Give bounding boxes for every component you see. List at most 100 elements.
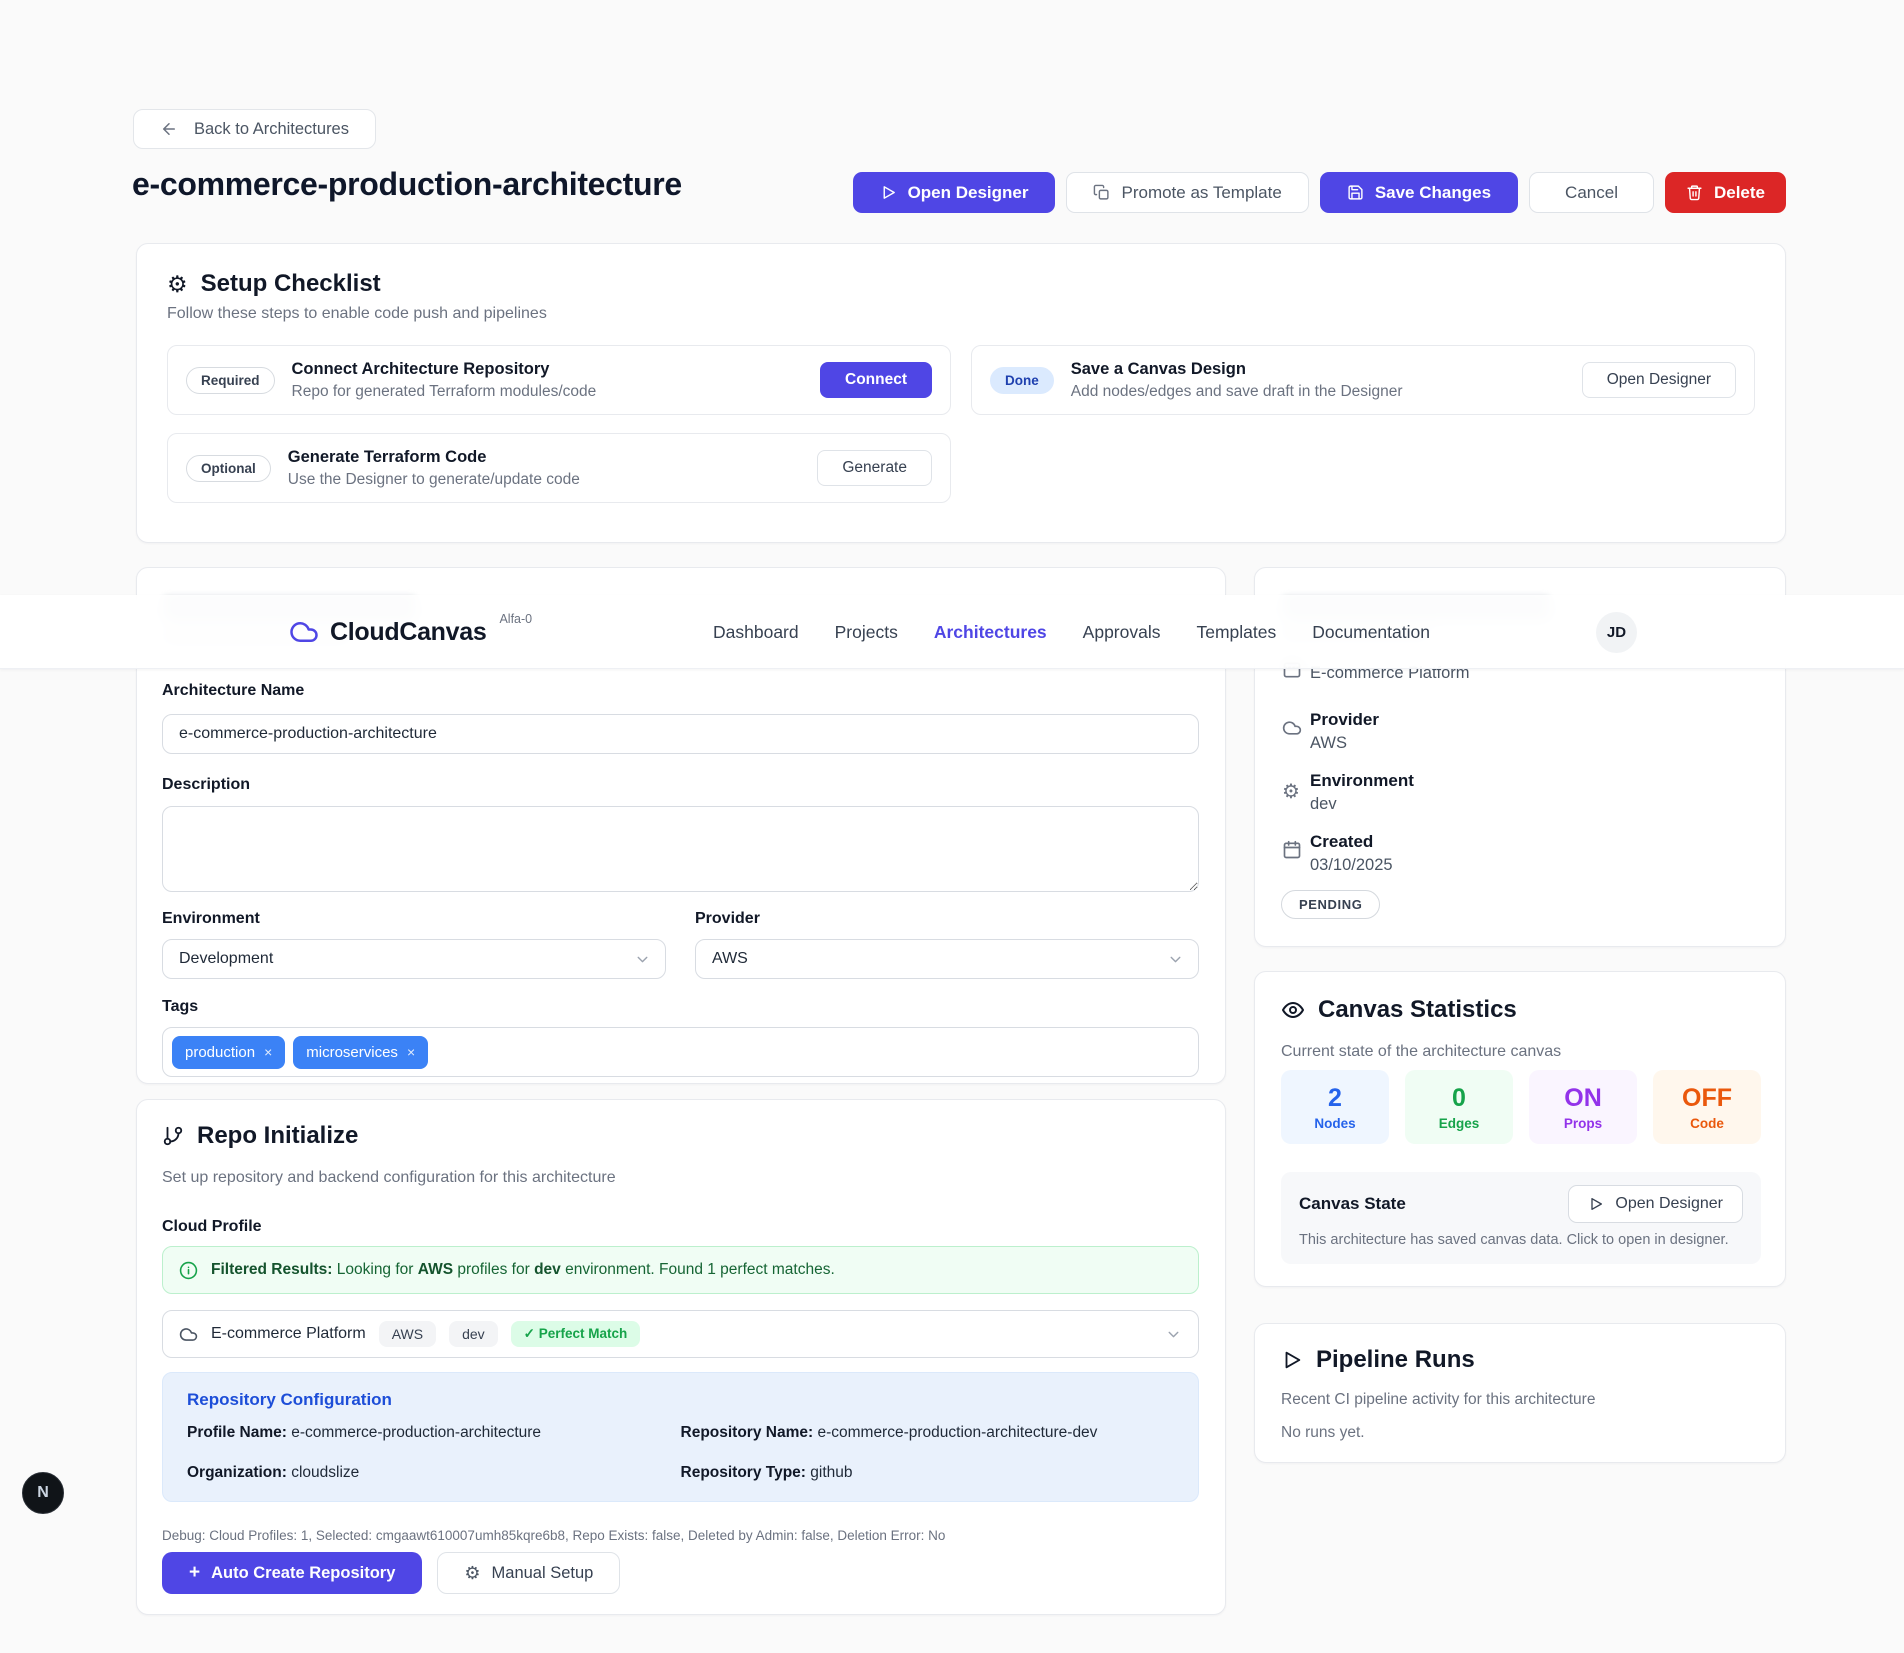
gear-icon: ⚙ xyxy=(464,1563,480,1584)
checklist-item-generate-code: Optional Generate Terraform Code Use the… xyxy=(167,433,951,503)
eye-icon xyxy=(1281,998,1305,1022)
detail-label: Environment xyxy=(1310,771,1414,791)
repo-initialize-title: Repo Initialize xyxy=(197,1122,358,1150)
config-profile-name: Profile Name: e-commerce-production-arch… xyxy=(187,1424,681,1442)
profile-name: E-commerce Platform xyxy=(211,1325,366,1343)
canvas-state-title: Canvas State xyxy=(1299,1194,1406,1214)
architecture-name-label: Architecture Name xyxy=(162,682,304,700)
nav-link-approvals[interactable]: Approvals xyxy=(1083,622,1161,643)
cancel-button[interactable]: Cancel xyxy=(1529,172,1654,213)
delete-button[interactable]: Delete xyxy=(1665,172,1786,213)
debug-line: Debug: Cloud Profiles: 1, Selected: cmga… xyxy=(162,1528,945,1543)
detail-value: 03/10/2025 xyxy=(1310,856,1393,875)
connect-button[interactable]: Connect xyxy=(820,362,932,398)
detail-value: dev xyxy=(1310,795,1337,814)
stat-tile-nodes: 2 Nodes xyxy=(1281,1070,1389,1144)
pipeline-empty-state: No runs yet. xyxy=(1281,1424,1365,1442)
perfect-match-badge: ✓ Perfect Match xyxy=(511,1321,641,1347)
pipeline-runs-title: Pipeline Runs xyxy=(1316,1346,1475,1374)
checklist-item-title: Generate Terraform Code xyxy=(288,448,580,467)
brand[interactable]: CloudCanvas Alfa-0 xyxy=(289,595,532,669)
dev-tools-badge[interactable]: N xyxy=(22,1472,64,1514)
cloud-profile-label: Cloud Profile xyxy=(162,1218,262,1236)
provider-select[interactable]: AWS xyxy=(695,939,1199,979)
calendar-icon xyxy=(1282,840,1302,860)
stat-tile-props: ON Props xyxy=(1529,1070,1637,1144)
environment-label: Environment xyxy=(162,910,260,928)
back-button-label: Back to Architectures xyxy=(194,120,349,139)
nav-link-projects[interactable]: Projects xyxy=(835,622,898,643)
promote-as-template-button[interactable]: Promote as Template xyxy=(1066,172,1308,213)
required-badge: Required xyxy=(186,367,275,394)
tag-chip: production × xyxy=(172,1036,285,1069)
generate-button[interactable]: Generate xyxy=(817,450,932,486)
nav-link-dashboard[interactable]: Dashboard xyxy=(713,622,799,643)
stat-tile-edges: 0 Edges xyxy=(1405,1070,1513,1144)
provider-label: Provider xyxy=(695,910,760,928)
trash-icon xyxy=(1686,184,1703,201)
arrow-left-icon xyxy=(160,120,178,138)
cloud-icon xyxy=(179,1325,198,1344)
profile-provider-badge: AWS xyxy=(379,1321,436,1347)
pipeline-runs-subtitle: Recent CI pipeline activity for this arc… xyxy=(1281,1391,1595,1409)
filtered-results-banner: Filtered Results: Looking for AWS profil… xyxy=(162,1246,1199,1294)
nav-link-templates[interactable]: Templates xyxy=(1197,622,1277,643)
top-navbar: CloudCanvas Alfa-0 Dashboard Projects Ar… xyxy=(0,595,1904,669)
nav-link-architectures[interactable]: Architectures xyxy=(934,622,1047,643)
stat-tile-code: OFF Code xyxy=(1653,1070,1761,1144)
gear-icon: ⚙ xyxy=(1282,779,1300,804)
config-organization: Organization: cloudslize xyxy=(187,1464,681,1482)
git-branch-icon xyxy=(162,1125,184,1147)
remove-tag-icon[interactable]: × xyxy=(407,1044,415,1060)
gear-icon: ⚙ xyxy=(167,271,188,298)
chevron-down-icon xyxy=(634,951,651,968)
save-icon xyxy=(1347,184,1364,201)
info-icon xyxy=(179,1261,198,1280)
environment-select[interactable]: Development xyxy=(162,939,666,979)
open-designer-button[interactable]: Open Designer xyxy=(853,172,1056,213)
checklist-item-connect-repo: Required Connect Architecture Repository… xyxy=(167,345,951,415)
chevron-down-icon xyxy=(1165,1326,1182,1343)
setup-checklist-card: ⚙ Setup Checklist Follow these steps to … xyxy=(136,243,1786,543)
remove-tag-icon[interactable]: × xyxy=(264,1044,272,1060)
checklist-item-canvas-design: Done Save a Canvas Design Add nodes/edge… xyxy=(971,345,1755,415)
filtered-results-text: Filtered Results: Looking for AWS profil… xyxy=(211,1261,835,1279)
save-changes-button[interactable]: Save Changes xyxy=(1320,172,1518,213)
architecture-name-input[interactable] xyxy=(162,714,1199,754)
copy-icon xyxy=(1093,184,1110,201)
checklist-item-title: Save a Canvas Design xyxy=(1071,360,1403,379)
pipeline-runs-card: Pipeline Runs Recent CI pipeline activit… xyxy=(1254,1323,1786,1463)
chevron-down-icon xyxy=(1167,951,1184,968)
tags-input[interactable]: production × microservices × xyxy=(162,1027,1199,1077)
user-avatar[interactable]: JD xyxy=(1596,612,1637,653)
back-to-architectures-button[interactable]: Back to Architectures xyxy=(133,109,376,149)
checklist-item-desc: Add nodes/edges and save draft in the De… xyxy=(1071,383,1403,401)
done-badge: Done xyxy=(990,367,1054,394)
open-designer-state-button[interactable]: Open Designer xyxy=(1568,1185,1743,1223)
checklist-item-desc: Repo for generated Terraform modules/cod… xyxy=(292,383,597,401)
description-textarea[interactable] xyxy=(162,806,1199,892)
manual-setup-button[interactable]: ⚙ Manual Setup xyxy=(437,1552,620,1594)
repo-initialize-subtitle: Set up repository and backend configurat… xyxy=(162,1169,616,1187)
tags-label: Tags xyxy=(162,998,198,1016)
plus-icon: + xyxy=(189,1562,200,1584)
detail-label: Created xyxy=(1310,832,1373,852)
checklist-subtitle: Follow these steps to enable code push a… xyxy=(167,305,1755,323)
open-designer-secondary-button[interactable]: Open Designer xyxy=(1582,362,1736,398)
checklist-item-desc: Use the Designer to generate/update code xyxy=(288,471,580,489)
optional-badge: Optional xyxy=(186,455,271,482)
play-icon xyxy=(1281,1349,1303,1371)
cloud-icon xyxy=(1282,718,1302,738)
nav-link-documentation[interactable]: Documentation xyxy=(1312,622,1430,643)
repository-configuration-card: Repository Configuration Profile Name: e… xyxy=(162,1372,1199,1502)
header-actions: Open Designer Promote as Template Save C… xyxy=(853,172,1786,213)
tag-chip: microservices × xyxy=(293,1036,428,1069)
canvas-statistics-title: Canvas Statistics xyxy=(1318,996,1517,1024)
canvas-state-box: Canvas State Open Designer This architec… xyxy=(1281,1172,1761,1264)
page-title: e-commerce-production-architecture xyxy=(132,166,682,203)
canvas-state-caption: This architecture has saved canvas data.… xyxy=(1299,1232,1743,1248)
nav-links: Dashboard Projects Architectures Approva… xyxy=(713,595,1430,669)
auto-create-repository-button[interactable]: + Auto Create Repository xyxy=(162,1552,422,1594)
cloud-profile-select[interactable]: E-commerce Platform AWS dev ✓ Perfect Ma… xyxy=(162,1310,1199,1358)
profile-env-badge: dev xyxy=(449,1321,498,1347)
